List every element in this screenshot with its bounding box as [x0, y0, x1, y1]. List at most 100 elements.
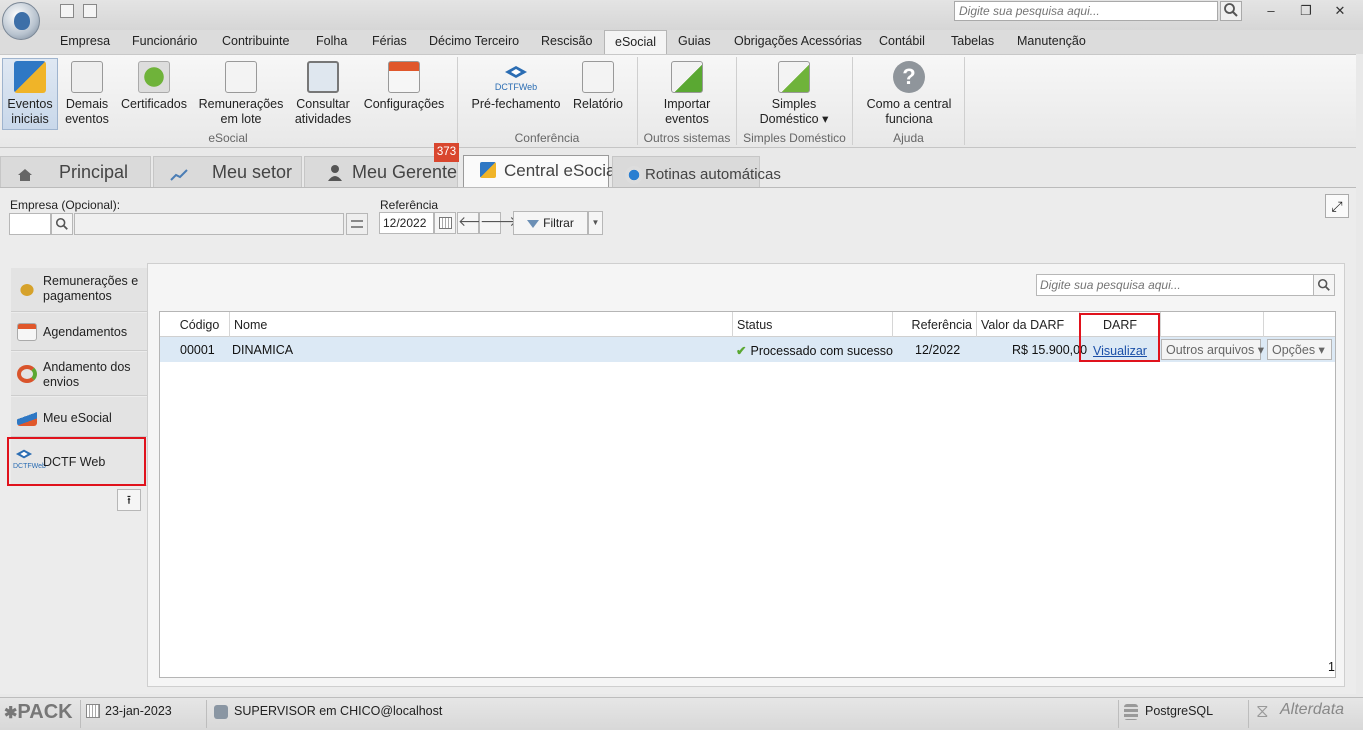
menu-tab-rescisao[interactable]: Rescisão	[541, 34, 592, 48]
button-label: Pré-fechamento	[471, 97, 561, 111]
global-search-input[interactable]	[954, 1, 1218, 21]
next-arrow-icon[interactable]: 🡒	[479, 212, 518, 234]
como-central-funciona-button[interactable]: ? Como a central funciona	[862, 59, 956, 127]
close-icon[interactable]: ✕	[1328, 2, 1352, 20]
header-outros	[1161, 312, 1264, 337]
header-valor-darf[interactable]: Valor da DARF	[977, 312, 1080, 337]
group-label-outros-sistemas: Outros sistemas	[643, 131, 731, 145]
sidebar-label: envios	[43, 375, 80, 389]
cell-codigo: 00001	[180, 343, 215, 357]
tab-label: Meu Gerente	[352, 162, 458, 182]
menu-tab-guias[interactable]: Guias	[678, 34, 711, 48]
cell-valor-darf: R$ 15.900,00	[1012, 343, 1088, 357]
outros-arquivos-dropdown[interactable]: Outros arquivos ▾	[1161, 339, 1264, 360]
empresa-list-icon[interactable]	[346, 213, 368, 235]
certificate-icon	[138, 61, 170, 93]
cell-status: ✔ Processado com sucesso	[736, 343, 893, 358]
collapse-up-icon[interactable]: ⭱	[117, 489, 141, 511]
gear-clock-icon	[625, 166, 643, 184]
button-label: Importar	[663, 97, 711, 111]
menu-tabs-bar: Empresa Funcionário Contribuinte Folha F…	[0, 30, 1363, 54]
button-label: Remunerações	[198, 97, 284, 111]
sidebar-item-andamento[interactable]: Andamento dos envios	[11, 352, 147, 396]
menu-tab-contabil[interactable]: Contábil	[879, 34, 925, 48]
menu-tab-manutencao[interactable]: Manutenção	[1017, 34, 1086, 48]
expand-icon[interactable]: ⤢	[1325, 194, 1349, 218]
record-count: 1	[1328, 660, 1335, 674]
cell-nome: DINAMICA	[232, 343, 294, 357]
calendar-picker-icon[interactable]	[434, 212, 456, 234]
opcoes-dropdown[interactable]: Opções ▾	[1267, 339, 1332, 360]
relatorio-button[interactable]: Relatório	[570, 59, 626, 112]
simples-domestico-button[interactable]: Simples Doméstico ▾	[750, 59, 838, 127]
menu-tab-funcionario[interactable]: Funcionário	[132, 34, 197, 48]
restore-icon[interactable]: ❐	[1294, 2, 1318, 20]
tab-label: Rotinas automáticas	[645, 166, 781, 183]
header-referencia[interactable]: Referência	[893, 312, 977, 337]
tab-central-esocial[interactable]: Central eSocial	[463, 155, 619, 187]
empresa-label: Empresa (Opcional):	[10, 198, 121, 212]
previous-arrow-icon[interactable]: 🡐	[457, 212, 496, 234]
menu-tab-contribuinte[interactable]: Contribuinte	[222, 34, 289, 48]
menu-tab-obrigacoes[interactable]: Obrigações Acessórias	[734, 34, 862, 48]
demais-eventos-button[interactable]: Demais eventos	[62, 59, 112, 127]
header-status[interactable]: Status	[733, 312, 893, 337]
menu-tab-decimo-terceiro[interactable]: Décimo Terceiro	[429, 34, 519, 48]
empresa-code-input[interactable]	[9, 213, 51, 235]
menu-tab-ferias[interactable]: Férias	[372, 34, 407, 48]
filtrar-dropdown-arrow[interactable]: ▼	[588, 211, 603, 235]
filtrar-label: Filtrar	[543, 216, 574, 230]
menu-tab-esocial[interactable]: eSocial	[604, 30, 667, 54]
empresa-search-icon[interactable]	[51, 213, 73, 235]
status-date: 23-jan-2023	[105, 704, 172, 718]
report-icon	[582, 61, 614, 93]
tab-rotinas-automaticas[interactable]: Rotinas automáticas	[612, 156, 781, 188]
tab-meu-setor[interactable]: Meu setor	[153, 156, 302, 188]
menu-tab-folha[interactable]: Folha	[316, 34, 347, 48]
minimize-icon[interactable]: –	[1259, 2, 1283, 20]
grid-search-input[interactable]	[1036, 274, 1314, 296]
sidebar-item-meu-esocial[interactable]: Meu eSocial	[11, 397, 147, 437]
certificados-button[interactable]: Certificados	[118, 59, 190, 112]
button-label: eventos	[665, 112, 709, 126]
header-opcoes	[1264, 312, 1335, 337]
button-label: Eventos	[7, 97, 53, 111]
tab-principal[interactable]: Principal	[0, 156, 151, 188]
menu-tab-empresa[interactable]: Empresa	[60, 34, 110, 48]
empresa-name-field	[74, 213, 344, 235]
search-icon[interactable]	[1220, 1, 1242, 21]
grid-icon[interactable]	[60, 4, 74, 18]
grid-search-icon[interactable]	[1313, 274, 1335, 296]
referencia-label: Referência	[380, 198, 439, 212]
button-label: Configurações	[363, 97, 445, 111]
button-label: funciona	[885, 112, 933, 126]
document-icon[interactable]	[83, 4, 97, 18]
chart-icon	[170, 166, 188, 187]
menu-tab-tabelas[interactable]: Tabelas	[951, 34, 994, 48]
group-label-conferencia: Conferência	[514, 131, 580, 145]
app-menu-button[interactable]	[2, 2, 40, 40]
configuracoes-button[interactable]: Configurações	[362, 59, 446, 112]
area-chart-icon	[17, 408, 37, 426]
consultar-atividades-button[interactable]: Consultar atividades	[292, 59, 354, 127]
esocial-icon	[480, 162, 496, 178]
monitor-icon	[307, 61, 339, 93]
eventos-iniciais-button[interactable]: Eventos iniciais	[2, 58, 58, 130]
filtrar-button[interactable]: Filtrar	[513, 211, 588, 235]
importar-eventos-button[interactable]: Importar eventos	[654, 59, 720, 127]
calendar-icon	[388, 61, 420, 93]
pre-fechamento-button[interactable]: DCTFWeb Pré-fechamento	[468, 59, 564, 112]
page-tabs: Principal Meu setor Meu Gerente Central …	[0, 152, 1356, 188]
referencia-input[interactable]: 12/2022	[379, 212, 434, 234]
tab-label: Meu setor	[212, 162, 293, 182]
data-grid: Código Nome Status Referência Valor da D…	[159, 311, 1336, 678]
sidebar-item-agendamentos[interactable]: Agendamentos	[11, 313, 147, 351]
header-nome[interactable]: Nome	[230, 312, 733, 337]
remuneracoes-lote-button[interactable]: Remunerações em lote	[198, 59, 284, 127]
database-icon	[1124, 704, 1138, 720]
header-codigo[interactable]: Código	[160, 312, 230, 337]
sidebar-item-remuneracoes[interactable]: Remunerações e pagamentos	[11, 268, 147, 312]
button-label: em lote	[220, 112, 262, 126]
sidebar-label: pagamentos	[43, 289, 112, 303]
sidebar-label: Meu eSocial	[43, 411, 112, 425]
